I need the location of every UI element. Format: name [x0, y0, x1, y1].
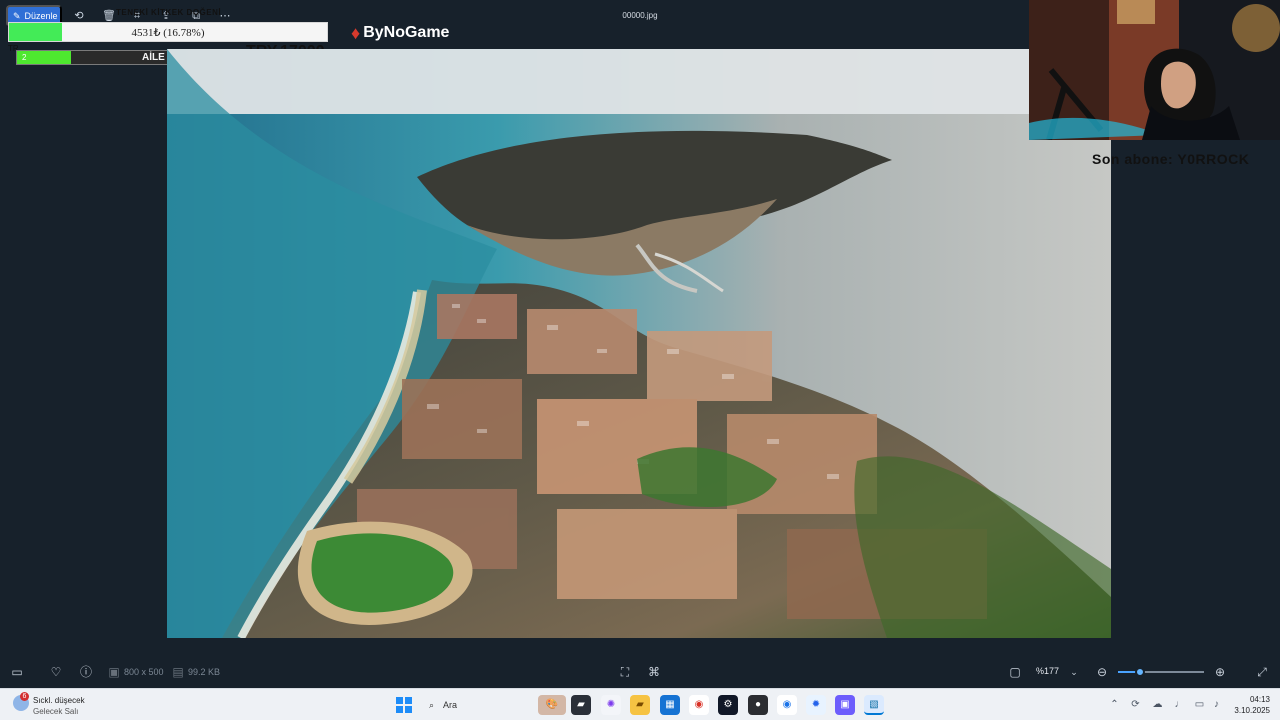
start-button[interactable] [396, 697, 412, 713]
microphone-icon[interactable]: ♩ [1173, 698, 1186, 711]
windows-logo-square [396, 697, 403, 704]
donation-progress-text: 4531₺ (16.78%) [131, 27, 205, 39]
search-placeholder: Ara [443, 700, 458, 710]
sync-icon[interactable]: ⟳ [1129, 698, 1142, 711]
photo-viewer-window: ✎ Düzenle ⟲ 🗑 ⌗ ⇪ ⧉ ⋯ 00000.jpg TENEKİ K… [0, 0, 1280, 688]
file-size: 99.2 KB [188, 667, 221, 677]
copilot-app-icon[interactable]: ✺ [601, 695, 621, 715]
fit-window-icon[interactable]: ▢ [1008, 665, 1022, 679]
hidden-icons-chevron[interactable]: ⌃ [1108, 698, 1121, 711]
display-icon[interactable]: ▭ [1193, 698, 1206, 711]
folder-app-icon[interactable]: ▰ [630, 695, 650, 715]
zoom-in-icon[interactable]: ⊕ [1213, 665, 1227, 679]
file-name: 00000.jpg [622, 11, 658, 20]
system-clock[interactable]: 04:13 3.10.2025 [1228, 694, 1270, 716]
webcam-overlay [1029, 0, 1280, 140]
latest-subscriber: Son abone: Y0RROCK [1092, 151, 1250, 167]
weather-secondary-text: Gelecek Salı [33, 707, 79, 716]
edit-icon: ✎ [13, 10, 21, 21]
image-dimensions: 800 x 500 [124, 667, 164, 677]
weather-primary-text: Sıckl. düşecek [33, 696, 85, 705]
terminal-app-icon[interactable]: ▰ [571, 695, 591, 715]
info-icon[interactable]: ⓘ [79, 665, 93, 679]
family-start-number: 2 [22, 53, 27, 62]
fit-screen-icon[interactable]: ⛶ [618, 665, 632, 679]
weather-widget[interactable]: 6 Sıckl. düşecek Gelecek Salı [13, 692, 103, 718]
delete-icon[interactable]: 🗑 [102, 9, 116, 23]
windows-logo-square [405, 697, 412, 704]
aerial-photo-illustration [167, 49, 1111, 638]
weather-alert-badge: 6 [20, 692, 29, 701]
clock-date: 3.10.2025 [1234, 706, 1270, 715]
zoom-dropdown-icon[interactable]: ⌄ [1067, 665, 1081, 679]
chrome-app-icon[interactable]: ◉ [689, 695, 709, 715]
store-app-icon[interactable]: ▦ [660, 695, 680, 715]
windows-taskbar: 6 Sıckl. düşecek Gelecek Salı ⌕ Ara 🎨 ▰ … [0, 688, 1280, 720]
image-dimensions-icon: ▣ [108, 665, 120, 679]
recording-app-icon[interactable]: ● [748, 695, 768, 715]
volume-icon[interactable]: ♪ [1210, 698, 1223, 711]
windows-logo-square [396, 706, 403, 713]
file-size-icon: ▤ [172, 665, 184, 679]
cloud-icon[interactable]: ☁ [1151, 698, 1164, 711]
bynogame-logo: ♦ ByNoGame [351, 22, 461, 44]
zoom-slider[interactable] [1118, 667, 1204, 677]
rotate-icon[interactable]: ⟲ [72, 9, 86, 23]
webcam-scene-illustration [1029, 0, 1280, 140]
zoom-slider-knob[interactable] [1135, 667, 1146, 677]
steam-app-icon[interactable]: ⚙ [718, 695, 738, 715]
actual-size-icon[interactable]: ⌘ [647, 665, 661, 679]
favorite-heart-icon[interactable]: ♡ [49, 665, 63, 679]
edit-button-label: Düzenle [24, 11, 58, 21]
zoom-percentage[interactable]: %177 [1036, 666, 1059, 676]
flame-icon: ♦ [351, 22, 361, 43]
filmstrip-icon[interactable]: ▭ [10, 665, 24, 679]
coastal-city-photo [167, 49, 1111, 638]
taskbar-search[interactable]: ⌕ Ara [422, 693, 538, 717]
windows-logo-square [405, 706, 412, 713]
chrome-beta-app-icon[interactable]: ◉ [777, 695, 797, 715]
security-app-icon[interactable]: ▣ [835, 695, 855, 715]
photos-app-icon[interactable]: ▧ [864, 695, 884, 715]
zoom-out-icon[interactable]: ⊖ [1095, 665, 1109, 679]
paint-app-icon[interactable]: 🎨 [538, 695, 566, 715]
logo-text: ByNoGame [363, 24, 450, 41]
settings-app-icon[interactable]: ✹ [806, 695, 826, 715]
search-icon: ⌕ [429, 699, 435, 710]
stream-overlay-title: TENEKİ KİTKEK DOĞENİ [116, 8, 222, 17]
expand-icon[interactable]: ⤢ [1255, 665, 1269, 679]
clock-time: 04:13 [1249, 695, 1270, 704]
donation-progress-bar: 4531₺ (16.78%) [8, 22, 328, 42]
family-label: AİLE [142, 52, 165, 63]
viewer-bottom-bar: ▭ ♡ ⓘ ▣ 800 x 500 ▤ 99.2 KB ⛶ ⌘ ▢ %177 ⌄… [0, 655, 1280, 688]
